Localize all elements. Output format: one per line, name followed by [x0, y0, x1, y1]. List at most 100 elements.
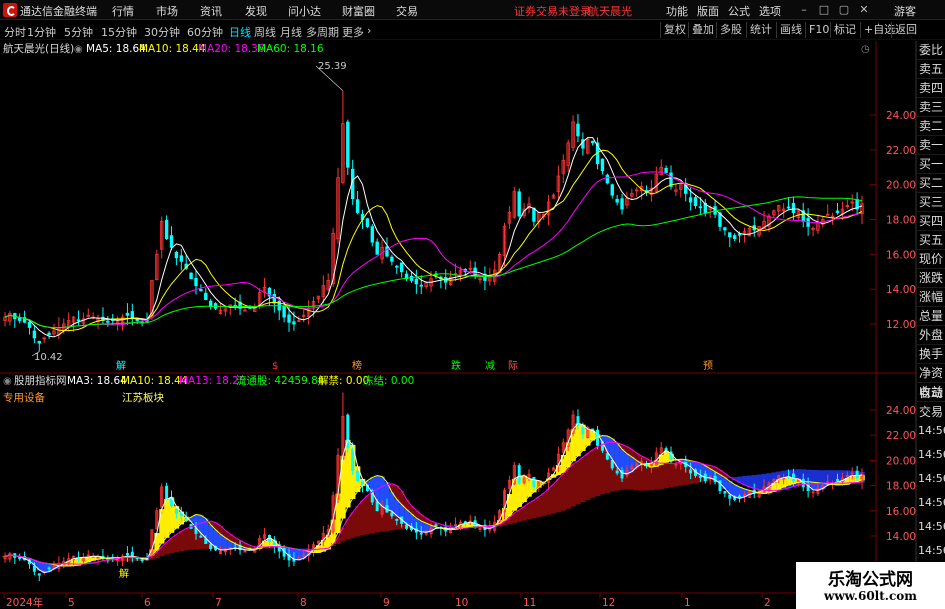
chart-settings-icon[interactable]: ◉ [74, 44, 83, 55]
candle-body [272, 294, 277, 304]
candle-body [292, 559, 296, 562]
candle-body [174, 251, 179, 259]
cloud-band [590, 449, 596, 498]
ma20-line [4, 171, 863, 329]
candle-body [375, 241, 379, 255]
ma10-label: MA10: 18.44 [139, 43, 206, 55]
candle-body [517, 465, 521, 484]
quote-field-label: 卖一 [917, 136, 945, 155]
candle-body [532, 476, 536, 488]
candle-body [698, 475, 702, 478]
signal-marker: 榜 [352, 359, 362, 372]
cloud-band [560, 473, 567, 511]
cloud-band [668, 463, 674, 488]
cloud-band [663, 463, 669, 489]
x-tick-label: 10 [455, 597, 468, 609]
cloud-band [350, 512, 356, 538]
cloud-band [340, 527, 346, 542]
cloud-band [551, 484, 557, 514]
candle-body [140, 559, 144, 562]
sector-label: 江苏板块 [122, 391, 164, 404]
indicator-name: 股朋指标网 [14, 374, 67, 387]
time-tick-label: 14:56 [918, 544, 945, 557]
candle-body [728, 494, 732, 499]
signal-marker: 解 [116, 359, 126, 372]
candle-body [125, 312, 130, 316]
candle-body [405, 524, 409, 529]
cloud-band [541, 493, 547, 517]
watermark: 乐淘公式网 www.60lt.com [796, 562, 945, 609]
candle-body [434, 524, 438, 527]
ind-ma10-label: MA10: 18.44 [121, 375, 188, 387]
signal-marker: 际 [508, 360, 518, 372]
chart-info-icon[interactable]: ◷ [861, 44, 870, 55]
y-tick-label: 18.00 [886, 481, 916, 493]
ma20-label: MA20: 18.36 [198, 43, 265, 55]
candle-body [605, 453, 609, 460]
candle-body [292, 321, 296, 325]
candle-body [32, 330, 37, 339]
auto-trade-label[interactable]: 自动 [917, 384, 945, 403]
signal-marker: 解 [119, 567, 129, 580]
x-tick-label: 2 [764, 597, 771, 609]
candle-body [517, 191, 521, 217]
quote-field-label: 委比 [917, 41, 945, 60]
candle-body [688, 197, 693, 203]
candle-body [664, 167, 668, 173]
ma3-label: MA3: 18.64 [67, 375, 127, 387]
candle-body [693, 197, 698, 206]
x-tick-label: 1 [684, 597, 691, 609]
candle-body [791, 202, 796, 213]
cloud-band [364, 495, 371, 535]
cloud-band [36, 561, 43, 571]
candle-body [600, 158, 605, 172]
candle-body [786, 206, 791, 209]
candle-body [174, 508, 178, 514]
ma60-label: MA60: 18.16 [257, 43, 324, 55]
y-tick-label: 18.00 [886, 215, 916, 227]
signal-marker: 预 [703, 360, 713, 372]
y-tick-label: 14.00 [886, 284, 916, 296]
quote-field-label: 卖二 [917, 117, 945, 136]
candle-body [370, 226, 374, 243]
indicator-settings-icon[interactable]: ◉ [3, 376, 12, 387]
quote-field-label: 买四 [917, 212, 945, 231]
candle-body [732, 235, 737, 240]
candle-body [576, 123, 580, 137]
candle-body [209, 544, 213, 549]
candle-body [204, 538, 208, 544]
candle-body [76, 319, 81, 322]
quote-field-label: 换手 [917, 345, 945, 364]
ind-ma10-line [4, 434, 863, 567]
candle-body [390, 512, 394, 517]
cloud-band [183, 528, 189, 551]
cloud-band [604, 435, 611, 453]
x-tick-label: 11 [523, 597, 536, 609]
quote-field-label: 卖三 [917, 98, 945, 117]
cloud-band [516, 510, 522, 522]
x-tick-label: 7 [215, 597, 222, 609]
candle-body [194, 277, 198, 287]
cloud-band [188, 526, 194, 550]
cloud-band [213, 529, 219, 548]
quote-field-label: 卖四 [917, 79, 945, 98]
cloud-band [536, 496, 542, 518]
cloud-band [521, 506, 527, 521]
candle-body [365, 218, 370, 227]
candle-body [835, 210, 840, 213]
quote-field-label: 卖五 [917, 60, 945, 79]
candle-body [179, 255, 183, 262]
candle-body [47, 567, 51, 570]
chart-canvas[interactable]: 航天晨光(日线) ◉ MA5: 18.64 MA10: 18.44 MA20: … [0, 0, 945, 609]
candle-body [620, 198, 624, 210]
x-tick-label: 9 [383, 597, 390, 609]
candle-body [395, 265, 399, 268]
candle-body [791, 473, 795, 481]
candle-body [282, 305, 286, 318]
low-price-label: 10.42 [34, 352, 63, 363]
candle-body [32, 565, 36, 572]
x-tick-label: 6 [144, 597, 151, 609]
candle-body [27, 321, 32, 328]
ma13-line [4, 441, 863, 565]
candle-body [698, 206, 703, 209]
